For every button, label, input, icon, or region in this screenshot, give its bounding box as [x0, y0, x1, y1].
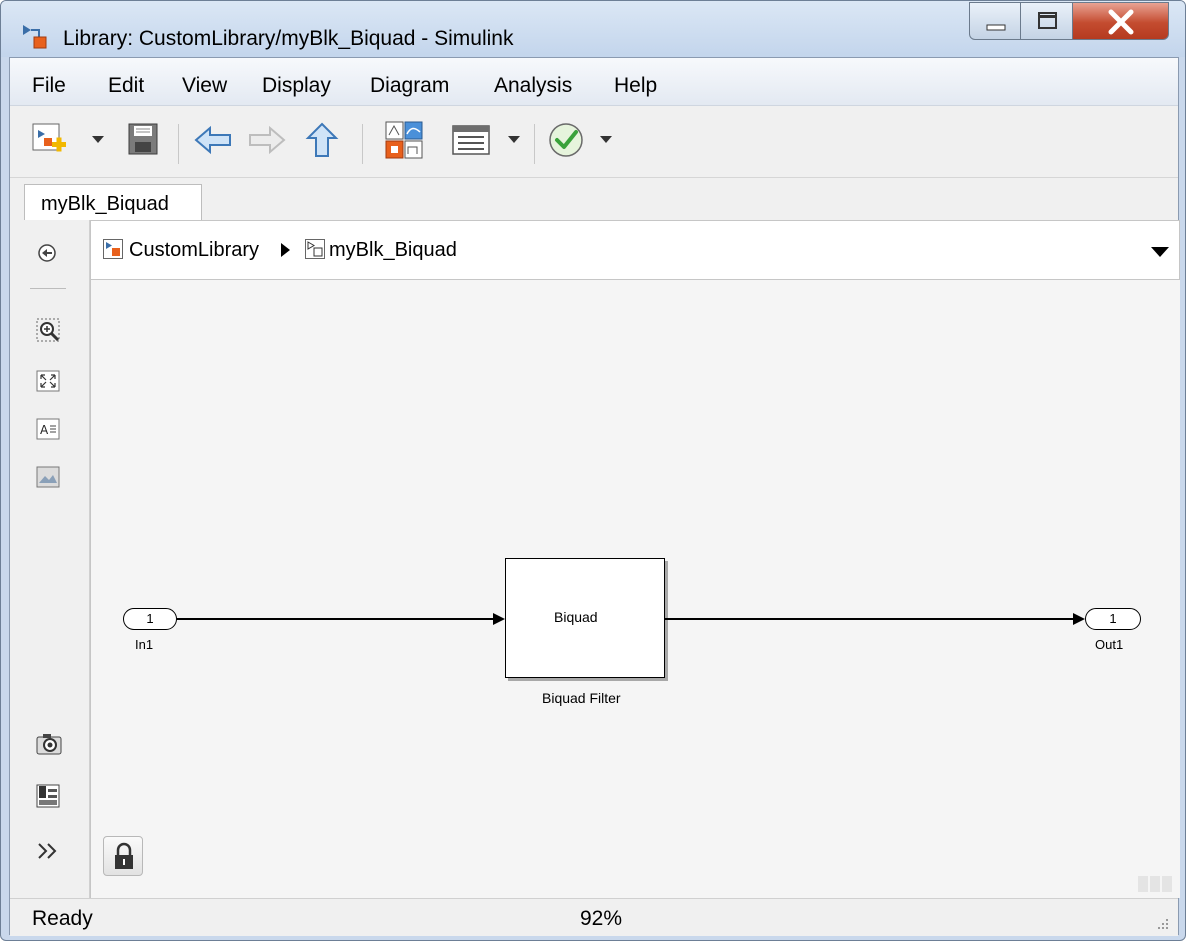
up-icon[interactable]: [302, 120, 342, 160]
menu-display[interactable]: Display: [262, 74, 331, 98]
sidebar-divider: [30, 288, 66, 289]
close-icon: [1108, 9, 1134, 35]
zoom-level: 92%: [580, 907, 623, 930]
annotation-icon[interactable]: A: [36, 418, 62, 442]
minimize-button[interactable]: [969, 2, 1021, 40]
tab-row: myBlk_Biquad: [10, 178, 1178, 221]
breadcrumb-item-myblk-biquad[interactable]: myBlk_Biquad: [329, 239, 457, 262]
menu-edit[interactable]: Edit: [108, 74, 144, 98]
title-bar[interactable]: Library: CustomLibrary/myBlk_Biquad - Si…: [1, 1, 1185, 57]
signal-arrowhead: [493, 613, 505, 625]
model-explorer-dropdown-icon[interactable]: [508, 136, 520, 143]
maximize-icon: [1038, 12, 1057, 29]
palette-sidebar: A: [10, 220, 90, 898]
inport-label: In1: [135, 637, 154, 652]
biquad-filter-block[interactable]: Biquad: [505, 558, 665, 678]
library-browser-icon[interactable]: [384, 120, 426, 162]
block-label: Biquad Filter: [542, 690, 621, 706]
simulink-library-icon: [23, 25, 47, 49]
outport-number: 1: [1109, 611, 1117, 626]
menu-view[interactable]: View: [182, 74, 227, 98]
svg-text:A: A: [40, 423, 49, 437]
menu-analysis[interactable]: Analysis: [494, 74, 572, 98]
lock-icon: [115, 842, 133, 869]
toolbar-separator: [362, 124, 363, 164]
property-inspector-icon[interactable]: [36, 784, 62, 810]
save-icon[interactable]: [124, 120, 164, 160]
breadcrumb-item-customlibrary[interactable]: CustomLibrary: [129, 239, 259, 262]
status-text: Ready: [32, 907, 93, 930]
maximize-button[interactable]: [1021, 2, 1073, 40]
lock-button[interactable]: [103, 836, 143, 876]
library-model-icon[interactable]: [103, 239, 123, 259]
model-explorer-icon[interactable]: [450, 120, 494, 160]
fit-to-view-icon[interactable]: [36, 370, 62, 394]
new-model-dropdown-icon[interactable]: [92, 136, 104, 143]
signal-line-in[interactable]: [177, 618, 493, 620]
breadcrumb-separator-icon: [281, 243, 290, 257]
inport-in1[interactable]: 1: [123, 608, 177, 630]
toolbar-separator: [178, 124, 179, 164]
status-bar: Ready 92%: [10, 898, 1178, 936]
breadcrumb: CustomLibrary myBlk_Biquad: [90, 220, 1180, 280]
model-canvas[interactable]: 1 In1 Biquad Biquad Filter 1 Out1: [90, 280, 1180, 898]
menu-diagram[interactable]: Diagram: [370, 74, 449, 98]
tab-myblk-biquad[interactable]: myBlk_Biquad: [24, 184, 202, 221]
forward-icon[interactable]: [244, 120, 288, 160]
block-text: Biquad: [554, 609, 598, 625]
update-diagram-icon[interactable]: [546, 120, 588, 162]
subsystem-icon[interactable]: [305, 239, 325, 259]
signal-line-out[interactable]: [665, 618, 1073, 620]
minimize-icon: [986, 24, 1006, 31]
menu-file[interactable]: File: [32, 74, 66, 98]
image-icon[interactable]: [36, 466, 62, 490]
outport-out1[interactable]: 1: [1085, 608, 1141, 630]
outport-label: Out1: [1095, 637, 1124, 652]
new-model-icon[interactable]: [30, 120, 70, 160]
toolbar-separator: [534, 124, 535, 164]
breadcrumb-dropdown-icon[interactable]: [1151, 247, 1169, 257]
window-client-area: File Edit View Display Diagram Analysis …: [9, 57, 1180, 936]
update-diagram-dropdown-icon[interactable]: [600, 136, 612, 143]
menu-bar: File Edit View Display Diagram Analysis …: [10, 58, 1178, 106]
simulink-window: Library: CustomLibrary/myBlk_Biquad - Si…: [0, 0, 1186, 941]
menu-help[interactable]: Help: [614, 74, 657, 98]
window-title: Library: CustomLibrary/myBlk_Biquad - Si…: [63, 27, 514, 50]
toolbar: [10, 106, 1178, 178]
camera-icon[interactable]: [36, 732, 64, 756]
scrollbar-grip-icon: [1138, 876, 1172, 892]
resize-grip-icon[interactable]: [1152, 913, 1172, 933]
signal-arrowhead: [1073, 613, 1085, 625]
close-button[interactable]: [1073, 2, 1169, 40]
zoom-icon[interactable]: [36, 318, 62, 344]
hide-explorer-icon[interactable]: [36, 242, 58, 264]
inport-number: 1: [146, 611, 154, 626]
back-icon[interactable]: [192, 120, 236, 160]
tab-label: myBlk_Biquad: [41, 193, 169, 215]
chevron-double-right-icon[interactable]: [36, 840, 62, 862]
